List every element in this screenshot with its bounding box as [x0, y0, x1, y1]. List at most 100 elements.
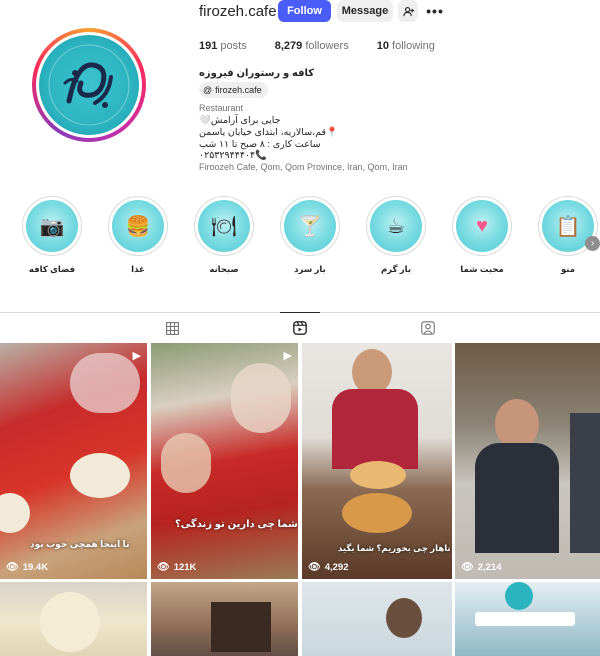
flower-bouquet	[70, 353, 140, 413]
views-count: 19.4K	[22, 562, 49, 573]
highlight-label: بار سرد	[294, 264, 326, 274]
highlight-item[interactable]: ♥ محبت شما	[447, 196, 517, 275]
profile-avatar[interactable]	[32, 28, 146, 142]
views-count: 2,214	[477, 562, 502, 573]
profile-category: Restaurant	[199, 103, 244, 113]
highlight-item[interactable]: 📷 فضای کافه	[17, 196, 87, 275]
reel-tile[interactable]: ▶ شما چی دارین تو زندگی؟ 👁 121K	[151, 343, 298, 579]
eye-icon: 👁	[461, 562, 474, 573]
highlight-item[interactable]: ☕ بار گرم	[361, 196, 431, 275]
reels-icon	[293, 321, 307, 335]
tagged-icon	[421, 321, 435, 335]
highlight-ring: 🍽	[194, 196, 254, 256]
posts-count: 191	[199, 40, 218, 52]
chevron-right-icon[interactable]: ›	[585, 236, 600, 251]
active-tab-indicator	[280, 312, 320, 313]
highlight-ring: 🍸	[280, 196, 340, 256]
reel-views: 👁 121K	[157, 562, 196, 573]
tab-reels[interactable]	[288, 316, 312, 340]
more-options-button[interactable]: •••	[426, 0, 444, 22]
burger-icon: 🍔	[112, 200, 164, 252]
profile-username: firozeh.cafe	[199, 3, 277, 20]
food-plate	[342, 493, 412, 533]
bio-line: جایی برای آرامش🤍	[199, 115, 281, 126]
reel-views: 👁 2,214	[461, 562, 501, 573]
logo-badge	[505, 582, 533, 610]
followers-label: followers	[305, 40, 349, 52]
shelf	[211, 602, 271, 652]
highlight-label: فضای کافه	[28, 264, 76, 274]
tab-tagged[interactable]	[416, 316, 440, 340]
follow-button[interactable]: Follow	[278, 0, 331, 22]
reel-tile[interactable]	[0, 582, 147, 656]
coffee-icon: ☕	[370, 200, 422, 252]
apron	[475, 443, 559, 553]
highlight-label: غذا	[131, 264, 145, 274]
reel-views: 👁 4,292	[308, 562, 348, 573]
views-count: 4,292	[324, 562, 349, 573]
posts-label: posts	[220, 40, 247, 52]
reel-tile[interactable]: ناهار چی بخوریم؟ شما بگید 👁 4,292	[302, 343, 452, 579]
threads-handle: firozeh.cafe	[215, 85, 262, 95]
highlight-label: منو	[560, 264, 576, 274]
profile-display-name: کافه و رستوران فیروزه	[199, 68, 315, 79]
following-count: 10	[376, 40, 389, 52]
reel-tile[interactable]	[302, 582, 452, 656]
person-right	[570, 413, 600, 553]
highlight-label: محبت شما	[460, 264, 504, 274]
highlight-label: صبحانه	[209, 264, 239, 274]
cocktail-icon: 🍸	[284, 200, 336, 252]
profile-location[interactable]: Firoozeh Cafe, Qom, Qom Province, Iran, …	[199, 162, 408, 172]
cafe-logo	[39, 35, 139, 135]
highlight-ring: ♥	[452, 196, 512, 256]
bio-line: ساعت کاری : ۸ صبح تا ۱۱ شب	[199, 139, 321, 150]
reel-caption: ناهار چی بخوریم؟ شما بگید	[338, 543, 451, 553]
following-stat[interactable]: 10 following	[377, 40, 435, 52]
caption-box	[475, 612, 575, 626]
message-button[interactable]: Message	[337, 0, 393, 22]
highlight-ring: 📷	[22, 196, 82, 256]
reel-badge-icon: ▶	[132, 350, 141, 362]
highlight-item[interactable]: 🍔 غذا	[103, 196, 173, 275]
highlight-label: بار گرم	[380, 264, 412, 274]
highlight-item[interactable]: 🍽 صبحانه	[189, 196, 259, 275]
camera-icon: 📷	[26, 200, 78, 252]
profile-stats: 191 posts 8,279 followers 10 following	[199, 40, 463, 52]
reel-tile[interactable]: 👁 2,214	[455, 343, 600, 579]
eye-icon: 👁	[157, 562, 170, 573]
threads-icon: @	[203, 85, 213, 95]
cafe-logo-icon	[48, 44, 130, 126]
hand	[161, 433, 211, 493]
followers-count: 8,279	[274, 40, 303, 52]
hand	[231, 363, 291, 433]
tea-cup	[70, 453, 130, 498]
red-blazer	[332, 389, 418, 469]
highlight-item[interactable]: 🍸 بار سرد	[275, 196, 345, 275]
reel-badge-icon: ▶	[283, 350, 292, 362]
suggested-users-button[interactable]	[398, 0, 418, 22]
grid-icon	[165, 321, 179, 335]
profile-header: firozeh.cafe Follow Message ••• 191 post…	[0, 0, 600, 190]
threads-link[interactable]: @ firozeh.cafe	[199, 82, 268, 98]
highlight-ring: 🍔	[108, 196, 168, 256]
reel-views: 👁 19.4K	[6, 562, 48, 573]
reel-caption: شما چی دارین تو زندگی؟	[175, 519, 298, 530]
reel-tile[interactable]	[151, 582, 298, 656]
views-count: 121K	[173, 562, 197, 573]
following-label: following	[392, 40, 435, 52]
story-highlights: 📷 فضای کافه 🍔 غذا 🍽 صبحانه 🍸 بار سرد ☕ ب…	[0, 196, 600, 286]
reel-tile[interactable]: ▶ تا اینجا همچی خوب بود 👁 19.4K	[0, 343, 147, 579]
drink-glass	[40, 592, 100, 652]
saucer	[0, 493, 30, 533]
avatar-border	[36, 32, 142, 138]
person-head	[386, 598, 422, 638]
heart-icon: ♥	[456, 200, 508, 252]
add-person-icon	[402, 6, 414, 16]
eye-icon: 👁	[308, 562, 321, 573]
tab-posts[interactable]	[160, 316, 184, 340]
reel-caption: تا اینجا همچی خوب بود	[30, 539, 130, 549]
posts-stat: 191 posts	[199, 40, 247, 52]
followers-stat[interactable]: 8,279 followers	[275, 40, 349, 52]
reel-tile[interactable]	[455, 582, 600, 656]
eye-icon: 👁	[6, 562, 19, 573]
